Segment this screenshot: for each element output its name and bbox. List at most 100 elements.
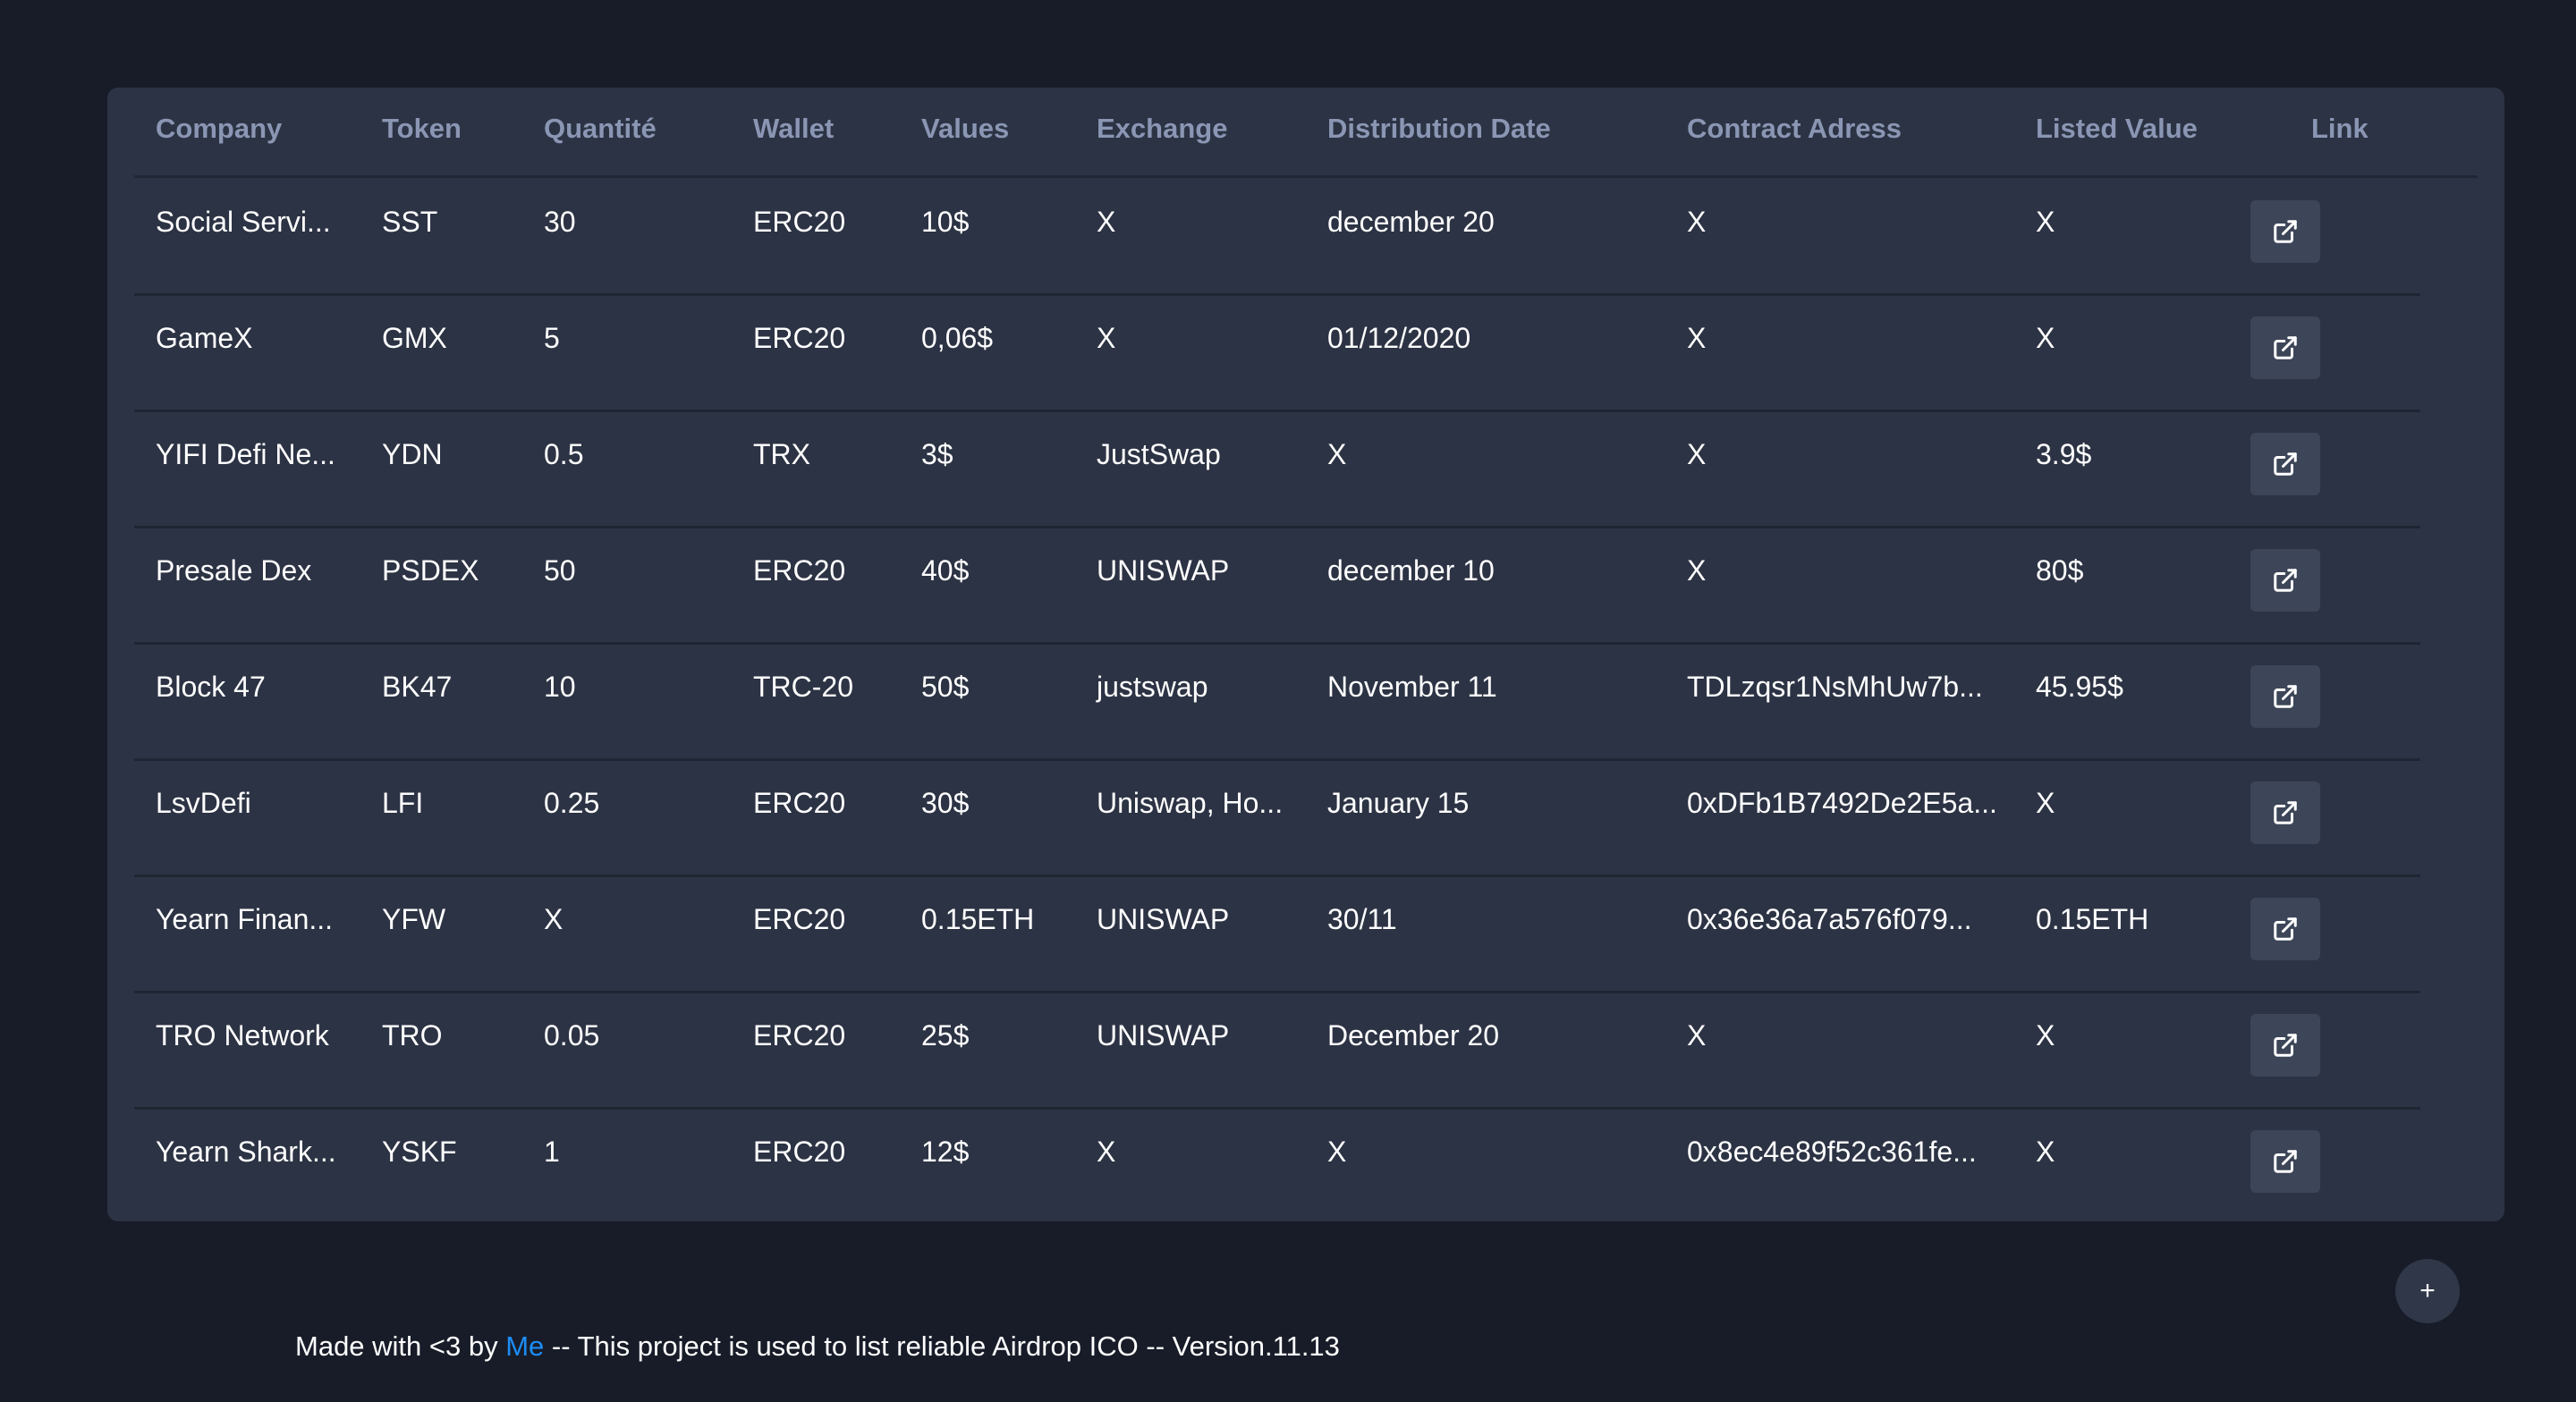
cell-quantite: 0.25 <box>544 787 600 819</box>
external-link-button[interactable] <box>2250 549 2320 612</box>
cell-company: LsvDefi <box>156 787 251 819</box>
table-row: Social Servi... SST 30 ERC20 10$ Xdecember 20… <box>134 177 2420 296</box>
cell-token: YFW <box>382 903 446 935</box>
external-link-icon <box>2274 452 2297 476</box>
airdrop-table: Company Token Quantité Wallet Values Exc… <box>107 88 2504 1221</box>
external-link-button[interactable] <box>2250 433 2320 495</box>
cell-wallet: ERC20 <box>753 206 846 238</box>
cell-wallet: ERC20 <box>753 903 846 935</box>
table-row: Yearn Finan... YFW X ERC20 0.15ETH UNISWAP 30/… <box>134 874 2420 993</box>
cell-listed-value: X <box>2036 787 2055 819</box>
external-link-button[interactable] <box>2250 317 2320 379</box>
cell-token: PSDEX <box>382 554 479 587</box>
cell-contract-adress: X <box>1687 554 1707 587</box>
cell-exchange: X <box>1097 206 1116 238</box>
cell-distribution-date: 30/11 <box>1327 903 1397 935</box>
table-header: Company Token Quantité Wallet Values Exc… <box>134 88 2478 178</box>
cell-values: 30$ <box>921 787 970 819</box>
table-row: LsvDefi LFI 0.25 ERC20 30$ Uniswap, Ho... Janu… <box>134 758 2420 877</box>
table-row: GameX GMX 5 ERC20 0,06$ X 01/12/2020 X X <box>134 293 2420 412</box>
header-wallet: Wallet <box>753 113 835 144</box>
cell-quantite: 5 <box>544 322 560 354</box>
cell-company: TRO Network <box>156 1019 329 1052</box>
cell-values: 50$ <box>921 671 970 703</box>
header-quantite: Quantité <box>544 113 657 144</box>
cell-exchange: UNISWAP <box>1097 1019 1230 1052</box>
table-row: Block 47 BK47 10 TRC-20 50$ justswap November … <box>134 642 2420 761</box>
external-link-button[interactable] <box>2250 200 2320 263</box>
cell-wallet: ERC20 <box>753 1136 846 1168</box>
cell-listed-value: 0.15ETH <box>2036 903 2149 935</box>
cell-wallet: ERC20 <box>753 322 846 354</box>
cell-company: Yearn Finan... <box>156 903 334 935</box>
cell-listed-value: X <box>2036 206 2055 238</box>
header-company: Company <box>156 113 283 144</box>
cell-quantite: 10 <box>544 671 576 703</box>
external-link-icon <box>2274 685 2297 708</box>
plus-icon: + <box>2419 1276 2436 1305</box>
external-link-button[interactable] <box>2250 781 2320 844</box>
cell-values: 12$ <box>921 1136 970 1168</box>
header-contract-adress: Contract Adress <box>1687 113 1902 144</box>
cell-distribution-date: January 15 <box>1327 787 1470 819</box>
cell-quantite: 50 <box>544 554 576 587</box>
table-row: YIFI Defi Ne... YDN 0.5 TRX 3$ JustSwap X X 3.9$ <box>134 410 2420 528</box>
cell-company: YIFI Defi Ne... <box>156 438 335 470</box>
cell-company: Yearn Shark... <box>156 1136 336 1168</box>
table-row: Yearn Shark... YSKF 1 ERC20 12$ X X 0x8ec4e89f5… <box>134 1107 2420 1223</box>
external-link-icon <box>2274 801 2297 824</box>
cell-listed-value: X <box>2036 1019 2055 1052</box>
cell-quantite: 0.5 <box>544 438 584 470</box>
cell-exchange: Uniswap, Ho... <box>1097 787 1284 819</box>
cell-contract-adress: X <box>1687 438 1707 470</box>
add-button[interactable]: + <box>2395 1259 2460 1323</box>
external-link-button[interactable] <box>2250 898 2320 960</box>
cell-contract-adress: X <box>1687 206 1707 238</box>
footer-prefix: Made with <3 by <box>295 1330 506 1362</box>
cell-company: GameX <box>156 322 253 354</box>
cell-listed-value: X <box>2036 322 2055 354</box>
external-link-icon <box>2274 336 2297 359</box>
cell-distribution-date: 01/12/2020 <box>1327 322 1471 354</box>
cell-values: 40$ <box>921 554 970 587</box>
cell-quantite: X <box>544 903 564 935</box>
header-token: Token <box>382 113 462 144</box>
cell-exchange: UNISWAP <box>1097 903 1230 935</box>
cell-quantite: 1 <box>544 1136 560 1168</box>
cell-exchange: X <box>1097 322 1116 354</box>
cell-contract-adress: X <box>1687 322 1707 354</box>
header-link: Link <box>2311 113 2368 144</box>
cell-contract-adress: 0x36e36a7a576f079... <box>1687 903 1972 935</box>
footer-author-link[interactable]: Me <box>505 1330 544 1362</box>
table-row: TRO Network TRO 0.05 ERC20 25$ UNISWAP Decembe… <box>134 991 2420 1110</box>
cell-distribution-date: X <box>1327 1136 1347 1168</box>
cell-contract-adress: X <box>1687 1019 1707 1052</box>
cell-exchange: X <box>1097 1136 1116 1168</box>
cell-values: 0,06$ <box>921 322 994 354</box>
cell-token: LFI <box>382 787 424 819</box>
external-link-button[interactable] <box>2250 665 2320 728</box>
cell-quantite: 0.05 <box>544 1019 600 1052</box>
header-distribution-date: Distribution Date <box>1327 113 1551 144</box>
cell-token: TRO <box>382 1019 443 1052</box>
cell-distribution-date: december 20 <box>1327 206 1495 238</box>
cell-distribution-date: december 10 <box>1327 554 1495 587</box>
cell-values: 0.15ETH <box>921 903 1035 935</box>
cell-exchange: UNISWAP <box>1097 554 1230 587</box>
external-link-button[interactable] <box>2250 1130 2320 1193</box>
cell-wallet: TRC-20 <box>753 671 854 703</box>
cell-token: YDN <box>382 438 443 470</box>
cell-token: GMX <box>382 322 447 354</box>
external-link-button[interactable] <box>2250 1014 2320 1077</box>
external-link-icon <box>2274 917 2297 941</box>
header-values: Values <box>921 113 1010 144</box>
cell-distribution-date: X <box>1327 438 1347 470</box>
external-link-icon <box>2274 569 2297 592</box>
cell-exchange: JustSwap <box>1097 438 1221 470</box>
cell-contract-adress: 0x8ec4e89f52c361fe... <box>1687 1136 1977 1168</box>
external-link-icon <box>2274 220 2297 243</box>
cell-company: Social Servi... <box>156 206 331 238</box>
cell-distribution-date: December 20 <box>1327 1019 1500 1052</box>
external-link-icon <box>2274 1150 2297 1173</box>
cell-contract-adress: 0xDFb1B7492De2E5a... <box>1687 787 1997 819</box>
